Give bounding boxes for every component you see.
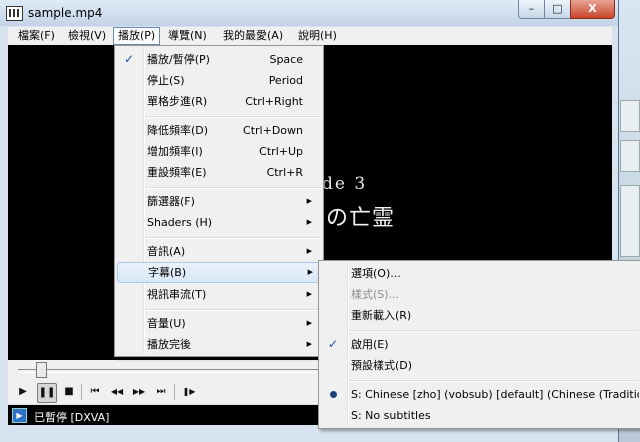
menu-file[interactable]: 檔案(F) <box>14 28 59 44</box>
menu-item-after-playback[interactable]: 播放完後 ▶ <box>117 334 321 355</box>
menu-item-video-stream[interactable]: 視訊串流(T) ▶ <box>117 284 321 305</box>
close-button[interactable]: X <box>570 0 615 19</box>
next-button[interactable]: ⏭ <box>152 383 170 401</box>
subtitle-line-2: の亡霊 <box>326 206 396 231</box>
menu-item-shortcut: Ctrl+Down <box>243 124 303 137</box>
seek-thumb[interactable] <box>35 362 47 378</box>
frame-step-button[interactable]: ❚▶ <box>180 383 198 401</box>
menu-separator <box>145 187 321 189</box>
menu-item-label: 樣式(S)... <box>351 288 400 301</box>
menu-item-shortcut: Space <box>269 53 303 66</box>
pause-button[interactable]: ❚❚ <box>37 383 57 403</box>
submenu-arrow-icon: ▶ <box>306 247 312 255</box>
play-menu: ✓ 播放/暫停(P) Space 停止(S) Period 單格步進(R) Ct… <box>114 45 324 357</box>
menu-item-label: 降低頻率(D) <box>147 124 209 137</box>
submenu-arrow-icon: ▶ <box>306 218 312 226</box>
menu-favorites[interactable]: 我的最愛(A) <box>219 28 287 44</box>
window-title: sample.mp4 <box>28 6 103 20</box>
menu-item-stop[interactable]: 停止(S) Period <box>117 70 321 91</box>
menu-item-shortcut: Ctrl+R <box>266 166 303 179</box>
menu-item-filters[interactable]: 篩選器(F) ▶ <box>117 191 321 212</box>
submenu-arrow-icon: ▶ <box>307 268 313 276</box>
menu-item-label: 音量(U) <box>147 317 186 330</box>
submenu-arrow-icon: ▶ <box>306 290 312 298</box>
menu-item-label: 增加頻率(I) <box>147 145 203 158</box>
previous-button[interactable]: ⏮ <box>86 383 104 401</box>
maximize-button[interactable]: □ <box>544 0 571 19</box>
menu-item-label: 音訊(A) <box>147 245 186 258</box>
menu-separator <box>349 330 639 332</box>
menu-item-label: 視訊串流(T) <box>147 288 207 301</box>
menu-item-default-style[interactable]: 預設樣式(D) <box>321 355 639 376</box>
radio-bullet-icon <box>330 391 337 398</box>
minimize-button[interactable]: – <box>518 0 545 19</box>
menu-separator <box>145 116 321 118</box>
menu-item-subtitle-reload[interactable]: 重新載入(R) <box>321 305 639 326</box>
toolbar-separator <box>81 384 82 400</box>
menu-item-label: 停止(S) <box>147 74 185 87</box>
menu-item-subtitle-options[interactable]: 選項(O)... <box>321 263 639 284</box>
menu-item-label: 單格步進(R) <box>147 95 208 108</box>
menu-bar: 檔案(F) 檢視(V) 播放(P) 導覽(N) 我的最愛(A) 說明(H) <box>8 27 612 45</box>
menu-item-label: 啟用(E) <box>351 338 389 351</box>
submenu-arrow-icon: ▶ <box>306 319 312 327</box>
rewind-button[interactable]: ◀◀ <box>108 383 126 401</box>
mpc-logo-icon: ▶ <box>12 408 27 423</box>
subtitles-submenu: 選項(O)... 樣式(S)... 重新載入(R) ✓ 啟用(E) 預設樣式(D… <box>318 260 640 429</box>
menu-item-label: 重設頻率(E) <box>147 166 207 179</box>
menu-item-label: 選項(O)... <box>351 267 401 280</box>
fast-forward-button[interactable]: ▶▶ <box>130 383 148 401</box>
menu-item-subtitle-track-chinese[interactable]: S: Chinese [zho] (vobsub) [default] (Chi… <box>321 384 639 405</box>
menu-item-label: 篩選器(F) <box>147 195 195 208</box>
menu-item-label: 重新載入(R) <box>351 309 412 322</box>
menu-item-reset-rate[interactable]: 重設頻率(E) Ctrl+R <box>117 162 321 183</box>
menu-item-decrease-rate[interactable]: 降低頻率(D) Ctrl+Down <box>117 120 321 141</box>
stop-button[interactable]: ■ <box>60 383 78 401</box>
menu-separator <box>349 380 639 382</box>
menu-separator <box>145 309 321 311</box>
menu-item-shaders[interactable]: Shaders (H) ▶ <box>117 212 321 233</box>
menu-item-subtitle-style[interactable]: 樣式(S)... <box>321 284 639 305</box>
check-icon: ✓ <box>328 337 339 351</box>
menu-item-label: 預設樣式(D) <box>351 359 413 372</box>
menu-item-shortcut: Period <box>268 74 303 87</box>
menu-item-label: 播放完後 <box>147 338 191 351</box>
menu-item-shortcut: Ctrl+Right <box>245 95 303 108</box>
menu-item-no-subtitles[interactable]: S: No subtitles <box>321 405 639 426</box>
menu-item-label: Shaders (H) <box>147 216 213 229</box>
submenu-arrow-icon: ▶ <box>306 197 312 205</box>
menu-item-label: 播放/暫停(P) <box>147 53 210 66</box>
toolbar-separator <box>174 384 175 400</box>
status-text: 已暫停 [DXVA] <box>34 411 110 424</box>
menu-play[interactable]: 播放(P) <box>113 27 161 45</box>
submenu-arrow-icon: ▶ <box>306 340 312 348</box>
menu-help[interactable]: 說明(H) <box>294 28 341 44</box>
menu-view[interactable]: 檢視(V) <box>64 28 110 44</box>
play-button[interactable]: ▶ <box>14 383 32 401</box>
menu-item-audio[interactable]: 音訊(A) ▶ <box>117 241 321 262</box>
menu-item-subtitles[interactable]: 字幕(B) ▶ <box>117 262 323 283</box>
app-icon <box>6 6 23 21</box>
menu-item-label: 字幕(B) <box>148 266 187 279</box>
menu-separator <box>145 237 321 239</box>
menu-item-increase-rate[interactable]: 增加頻率(I) Ctrl+Up <box>117 141 321 162</box>
title-bar[interactable]: sample.mp4 – □ X <box>0 0 618 26</box>
menu-navigate[interactable]: 導覽(N) <box>164 28 211 44</box>
menu-item-play-pause[interactable]: ✓ 播放/暫停(P) Space <box>117 49 321 70</box>
menu-item-subtitle-enable[interactable]: ✓ 啟用(E) <box>321 334 639 355</box>
menu-item-volume[interactable]: 音量(U) ▶ <box>117 313 321 334</box>
menu-item-shortcut: Ctrl+Up <box>259 145 303 158</box>
menu-item-label: S: Chinese [zho] (vobsub) [default] (Chi… <box>351 388 639 401</box>
check-icon: ✓ <box>124 52 135 66</box>
menu-item-frame-step[interactable]: 單格步進(R) Ctrl+Right <box>117 91 321 112</box>
menu-item-label: S: No subtitles <box>351 409 431 422</box>
subtitle-line-1: de 3 <box>322 174 368 194</box>
